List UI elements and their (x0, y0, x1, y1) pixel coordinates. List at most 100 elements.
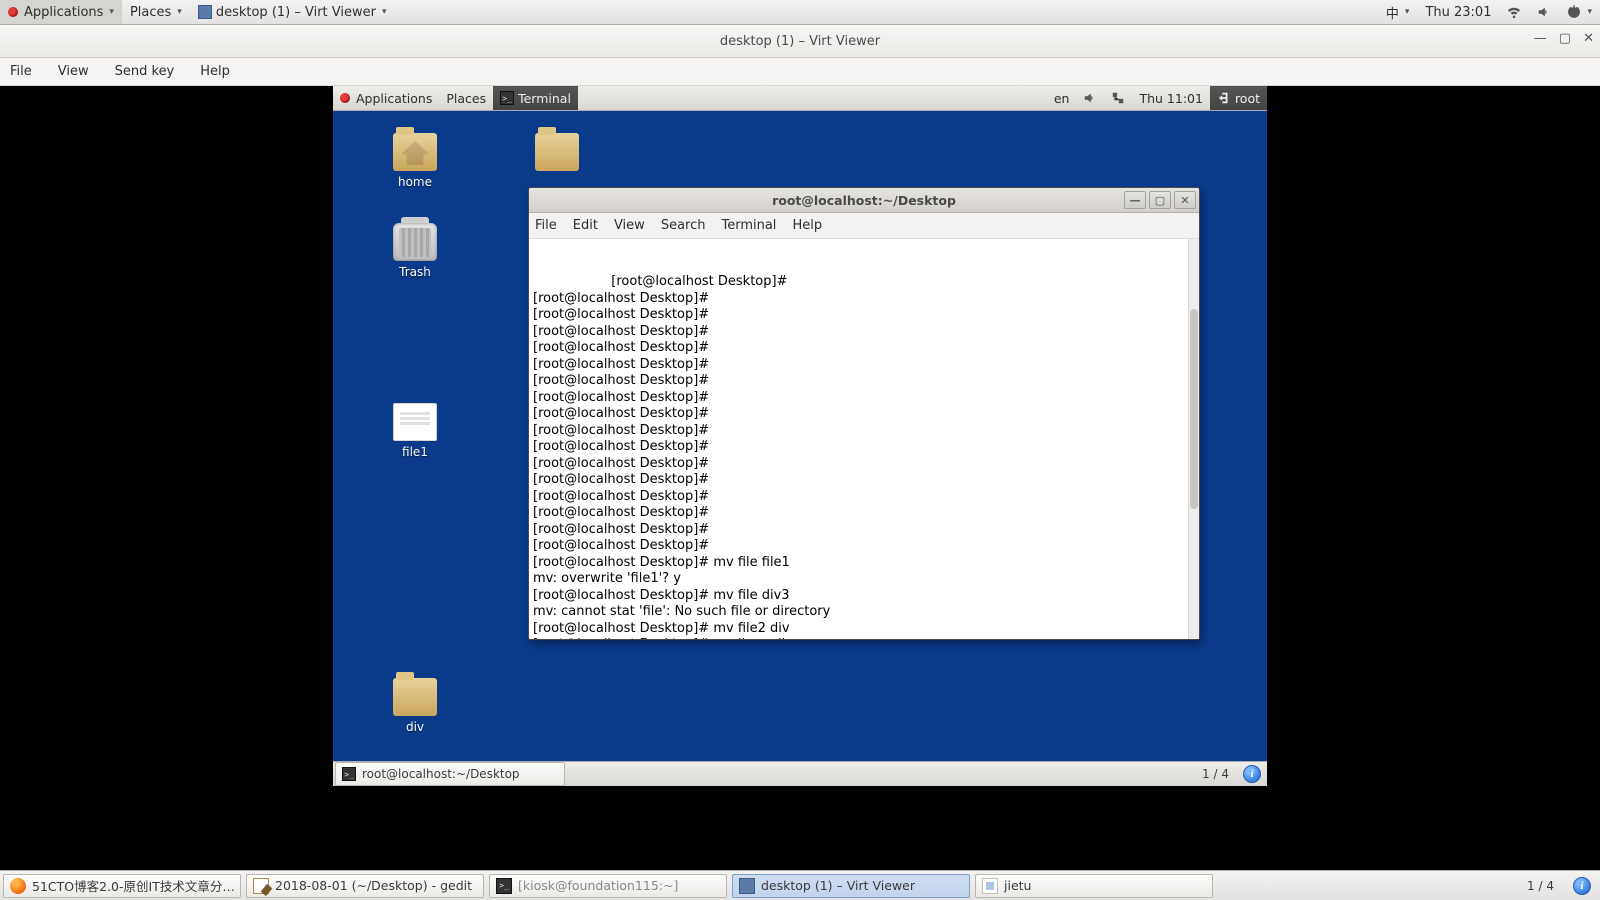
guest-notification-icon[interactable] (1243, 765, 1261, 783)
guest-user-menu[interactable]: root (1210, 86, 1267, 110)
guest-places-menu[interactable]: Places (439, 86, 493, 110)
terminal-icon (342, 767, 356, 781)
virt-viewer-display[interactable]: Applications Places Terminal en (0, 86, 1600, 870)
guest-terminal-menu[interactable]: Terminal (493, 86, 578, 110)
host-task-firefox[interactable]: 51CTO博客2.0-原创IT技术文章分… (3, 874, 241, 898)
guest-applications-menu[interactable]: Applications (333, 86, 439, 110)
terminal-menubar: File Edit View Search Terminal Help (529, 213, 1199, 239)
guest-volume-icon[interactable] (1076, 86, 1104, 110)
host-bottom-taskbar: 51CTO博客2.0-原创IT技术文章分… 2018-08-01 (~/Desk… (0, 870, 1600, 900)
distro-logo-icon (8, 7, 18, 17)
file-icon (393, 403, 437, 441)
maximize-button[interactable]: ▢ (1149, 191, 1171, 209)
host-task-gedit[interactable]: 2018-08-01 (~/Desktop) - gedit (246, 874, 484, 898)
label: 2018-08-01 (~/Desktop) - gedit (275, 878, 472, 893)
menu-help[interactable]: Help (196, 62, 234, 81)
host-power-icon[interactable]: ▾ (1559, 0, 1600, 24)
terminal-icon (500, 91, 514, 105)
label: en (1054, 91, 1070, 106)
chevron-down-icon: ▾ (177, 7, 182, 17)
minimize-button[interactable]: — (1534, 31, 1547, 46)
terminal-scrollbar[interactable] (1188, 239, 1199, 639)
guest-lang-indicator[interactable]: en (1047, 86, 1077, 110)
host-network-icon[interactable] (1499, 0, 1529, 24)
menu-sendkey[interactable]: Send key (111, 62, 179, 81)
icon-label: file1 (375, 445, 455, 459)
folder-icon (393, 678, 437, 716)
virt-viewer-titlebar[interactable]: desktop (1) – Virt Viewer — ▢ ✕ (0, 25, 1600, 58)
guest-clock[interactable]: Thu 11:01 (1132, 86, 1209, 110)
label: root@localhost:~/Desktop (362, 767, 520, 781)
term-menu-view[interactable]: View (614, 218, 645, 233)
terminal-window-controls: — ▢ ✕ (1124, 191, 1196, 209)
icon-label: Trash (375, 265, 455, 279)
label: Places (130, 5, 171, 20)
chevron-down-icon: ▾ (109, 7, 114, 17)
label: 1 / 4 (1527, 879, 1554, 893)
terminal-window: root@localhost:~/Desktop — ▢ ✕ File Edit… (528, 187, 1200, 640)
host-volume-icon[interactable] (1529, 0, 1559, 24)
image-icon (982, 878, 998, 894)
menu-file[interactable]: File (6, 62, 36, 81)
label: 51CTO博客2.0-原创IT技术文章分… (32, 876, 235, 895)
label: root (1235, 91, 1260, 106)
minimize-button[interactable]: — (1124, 191, 1146, 209)
host-workspace-pager[interactable]: 1 / 4 (1519, 879, 1562, 893)
maximize-button[interactable]: ▢ (1559, 31, 1571, 46)
ime-label: 中 (1386, 3, 1399, 22)
terminal-icon (496, 878, 512, 894)
term-menu-search[interactable]: Search (661, 218, 706, 233)
guest-taskbar-item-terminal[interactable]: root@localhost:~/Desktop (335, 762, 565, 786)
desktop-icon-file1[interactable]: file1 (375, 403, 455, 459)
desktop-icon-div[interactable]: div (375, 678, 455, 734)
virt-viewer-window: desktop (1) – Virt Viewer — ▢ ✕ File Vie… (0, 25, 1600, 870)
host-notification-icon[interactable] (1573, 877, 1591, 895)
gedit-icon (253, 878, 269, 894)
wifi-icon (1507, 5, 1521, 19)
vm-icon (739, 878, 755, 894)
label: Thu 11:01 (1139, 91, 1202, 106)
host-task-terminal[interactable]: [kiosk@foundation115:~] (489, 874, 727, 898)
terminal-body[interactable]: [root@localhost Desktop]# [root@localhos… (529, 239, 1199, 639)
term-menu-terminal[interactable]: Terminal (721, 218, 776, 233)
terminal-titlebar[interactable]: root@localhost:~/Desktop — ▢ ✕ (529, 188, 1199, 213)
scrollbar-thumb[interactable] (1190, 309, 1198, 509)
guest-workspace-pager[interactable]: 1 / 4 (1194, 767, 1237, 781)
folder-icon (535, 133, 579, 171)
host-clock[interactable]: Thu 23:01 (1417, 0, 1499, 24)
label: Applications (356, 91, 432, 106)
power-icon (1567, 5, 1581, 19)
terminal-output: [root@localhost Desktop]# [root@localhos… (533, 274, 830, 639)
term-menu-help[interactable]: Help (792, 218, 822, 233)
menu-view[interactable]: View (54, 62, 93, 81)
close-button[interactable]: ✕ (1583, 31, 1594, 46)
term-menu-edit[interactable]: Edit (573, 218, 598, 233)
label: desktop (1) – Virt Viewer (216, 5, 376, 20)
guest-network-icon[interactable] (1104, 86, 1132, 110)
host-ime-indicator[interactable]: 中 ▾ (1378, 0, 1418, 24)
host-task-virtviewer[interactable]: desktop (1) – Virt Viewer (732, 874, 970, 898)
guest-bottom-panel: root@localhost:~/Desktop 1 / 4 (333, 761, 1267, 786)
host-active-window-menu[interactable]: desktop (1) – Virt Viewer ▾ (190, 0, 395, 24)
virt-viewer-menubar: File View Send key Help (0, 58, 1600, 86)
window-title: desktop (1) – Virt Viewer (720, 34, 880, 49)
label: desktop (1) – Virt Viewer (761, 878, 915, 893)
volume-icon (1083, 91, 1097, 105)
guest-screen: Applications Places Terminal en (333, 86, 1267, 786)
desktop-icon-folder-div3[interactable] (517, 133, 597, 175)
firefox-icon (10, 878, 26, 894)
home-folder-icon (393, 133, 437, 171)
chevron-down-icon: ▾ (382, 7, 387, 17)
trash-icon (393, 223, 437, 261)
desktop-icon-trash[interactable]: Trash (375, 223, 455, 279)
host-applications-menu[interactable]: Applications ▾ (0, 0, 122, 24)
guest-desktop[interactable]: home Trash file1 div (333, 111, 1267, 761)
host-places-menu[interactable]: Places ▾ (122, 0, 190, 24)
desktop-icon-home[interactable]: home (375, 133, 455, 189)
distro-logo-icon (340, 93, 350, 103)
host-task-jietu[interactable]: jietu (975, 874, 1213, 898)
term-menu-file[interactable]: File (535, 218, 557, 233)
close-button[interactable]: ✕ (1174, 191, 1196, 209)
exit-icon (1217, 91, 1231, 105)
label: Applications (24, 5, 103, 20)
